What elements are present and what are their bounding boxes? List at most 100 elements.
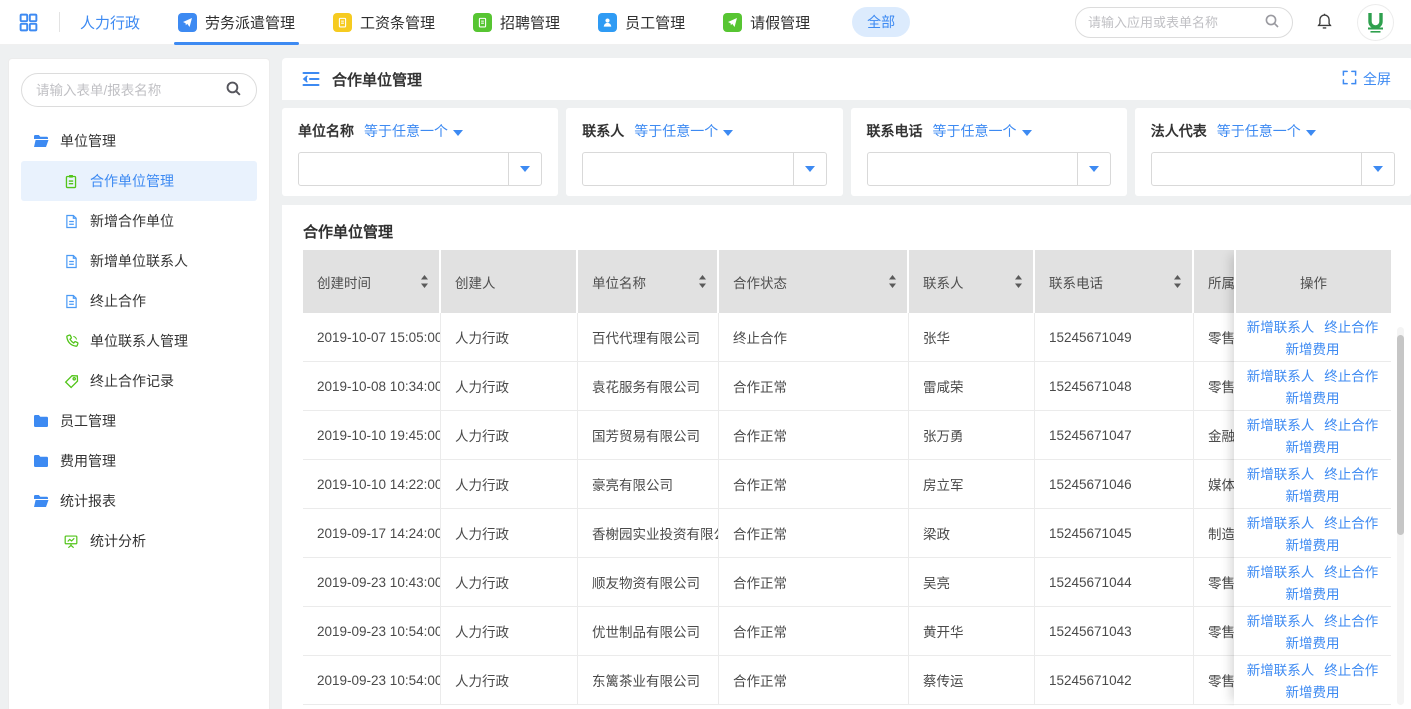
sidebar-item[interactable]: 统计报表 bbox=[21, 481, 257, 521]
clipboard-icon bbox=[63, 174, 79, 189]
table-header-cell[interactable]: 合作状态 bbox=[719, 250, 909, 313]
filter-operator-dropdown[interactable]: 等于任意一个 bbox=[364, 121, 463, 141]
caret-down-icon bbox=[793, 153, 826, 185]
table-cell-contact: 蔡传运 bbox=[909, 656, 1035, 704]
global-search-input[interactable] bbox=[1088, 15, 1264, 30]
row-action-link[interactable]: 新增联系人 bbox=[1247, 512, 1315, 532]
filter-label: 单位名称 bbox=[298, 121, 354, 141]
row-action-link[interactable]: 新增联系人 bbox=[1247, 610, 1315, 630]
table-header-cell[interactable]: 创建时间 bbox=[303, 250, 441, 313]
fullscreen-button[interactable]: 全屏 bbox=[1342, 69, 1391, 89]
row-action-link[interactable]: 新增费用 bbox=[1286, 583, 1340, 603]
global-search[interactable] bbox=[1075, 7, 1293, 38]
sort-icon[interactable] bbox=[414, 275, 429, 288]
filter-value-select[interactable] bbox=[1151, 152, 1395, 186]
row-action-link[interactable]: 终止合作 bbox=[1324, 512, 1378, 532]
table-header-cell[interactable]: 联系人 bbox=[909, 250, 1035, 313]
sidebar-item[interactable]: 新增单位联系人 bbox=[21, 241, 257, 281]
all-apps-pill[interactable]: 全部 bbox=[852, 7, 910, 37]
notifications-bell-icon[interactable] bbox=[1315, 12, 1334, 32]
sidebar-item[interactable]: 合作单位管理 bbox=[21, 161, 257, 201]
row-action-link[interactable]: 新增费用 bbox=[1286, 534, 1340, 554]
row-action-link[interactable]: 新增联系人 bbox=[1247, 365, 1315, 385]
row-action-link[interactable]: 新增联系人 bbox=[1247, 463, 1315, 483]
row-action-link[interactable]: 新增联系人 bbox=[1247, 414, 1315, 434]
filter-label: 法人代表 bbox=[1151, 121, 1207, 141]
filter-operator-dropdown[interactable]: 等于任意一个 bbox=[634, 121, 733, 141]
actions-line: 新增联系人终止合作 bbox=[1247, 316, 1379, 336]
row-action-link[interactable]: 新增费用 bbox=[1286, 632, 1340, 652]
table-cell-contact: 雷咸荣 bbox=[909, 362, 1035, 410]
sidebar-item[interactable]: 终止合作记录 bbox=[21, 361, 257, 401]
nav-tab-label: 劳务派遣管理 bbox=[205, 12, 295, 33]
sidebar-search[interactable] bbox=[21, 73, 257, 107]
sidebar-search-input[interactable] bbox=[36, 83, 225, 98]
nav-tab[interactable]: 工资条管理 bbox=[333, 0, 435, 45]
sidebar-item-label: 新增合作单位 bbox=[90, 211, 174, 231]
table-cell-contact: 张华 bbox=[909, 313, 1035, 361]
sidebar-item-label: 单位管理 bbox=[60, 131, 116, 151]
actions-line: 新增费用 bbox=[1286, 338, 1340, 358]
sidebar-item[interactable]: 终止合作 bbox=[21, 281, 257, 321]
filter-value-select[interactable] bbox=[582, 152, 826, 186]
column-label: 单位名称 bbox=[592, 272, 646, 292]
sidebar-item[interactable]: 员工管理 bbox=[21, 401, 257, 441]
sidebar-item[interactable]: 单位联系人管理 bbox=[21, 321, 257, 361]
row-action-link[interactable]: 新增费用 bbox=[1286, 387, 1340, 407]
doc-icon bbox=[63, 254, 79, 269]
filter-operator-label: 等于任意一个 bbox=[933, 121, 1017, 141]
nav-tab[interactable]: 招聘管理 bbox=[473, 0, 560, 45]
nav-tab[interactable]: 请假管理 bbox=[723, 0, 810, 45]
sidebar-item[interactable]: 单位管理 bbox=[21, 121, 257, 161]
row-action-link[interactable]: 终止合作 bbox=[1324, 316, 1378, 336]
scrollbar-thumb[interactable] bbox=[1397, 335, 1404, 535]
table-cell-phone: 15245671045 bbox=[1035, 509, 1194, 557]
nav-tab[interactable]: 劳务派遣管理 bbox=[178, 0, 295, 45]
nav-tab-label: 工资条管理 bbox=[360, 12, 435, 33]
collapse-sidebar-icon[interactable] bbox=[302, 71, 320, 87]
vertical-scrollbar bbox=[1397, 327, 1404, 705]
table-cell-status: 合作正常 bbox=[719, 656, 909, 704]
filter-value-select[interactable] bbox=[867, 152, 1111, 186]
search-icon bbox=[225, 80, 242, 100]
row-action-link[interactable]: 终止合作 bbox=[1324, 414, 1378, 434]
row-action-link[interactable]: 终止合作 bbox=[1324, 365, 1378, 385]
row-action-link[interactable]: 新增费用 bbox=[1286, 436, 1340, 456]
row-action-link[interactable]: 新增费用 bbox=[1286, 338, 1340, 358]
sidebar-item[interactable]: 统计分析 bbox=[21, 521, 257, 561]
row-action-link[interactable]: 新增联系人 bbox=[1247, 561, 1315, 581]
table-cell-contact: 房立军 bbox=[909, 460, 1035, 508]
actions-cell: 新增联系人终止合作新增费用 bbox=[1234, 607, 1391, 656]
row-action-link[interactable]: 新增联系人 bbox=[1247, 316, 1315, 336]
row-action-link[interactable]: 新增联系人 bbox=[1247, 659, 1315, 679]
filter-value bbox=[1152, 153, 1361, 185]
workspace-logo[interactable] bbox=[1358, 5, 1393, 40]
table-cell-created_at: 2019-09-23 10:43:00 bbox=[303, 558, 441, 606]
sidebar-item[interactable]: 新增合作单位 bbox=[21, 201, 257, 241]
sort-icon[interactable] bbox=[692, 275, 707, 288]
table-header-cell[interactable]: 联系电话 bbox=[1035, 250, 1194, 313]
row-action-link[interactable]: 终止合作 bbox=[1324, 610, 1378, 630]
caret-down-icon bbox=[1306, 123, 1316, 139]
row-action-link[interactable]: 终止合作 bbox=[1324, 659, 1378, 679]
table-cell-phone: 15245671042 bbox=[1035, 656, 1194, 704]
filter-operator-dropdown[interactable]: 等于任意一个 bbox=[933, 121, 1032, 141]
sort-icon[interactable] bbox=[1008, 275, 1023, 288]
table-cell-created_at: 2019-10-10 14:22:00 bbox=[303, 460, 441, 508]
row-action-link[interactable]: 终止合作 bbox=[1324, 463, 1378, 483]
row-action-link[interactable]: 新增费用 bbox=[1286, 485, 1340, 505]
doc-icon bbox=[63, 294, 79, 309]
sidebar-item[interactable]: 费用管理 bbox=[21, 441, 257, 481]
table-cell-status: 合作正常 bbox=[719, 411, 909, 459]
row-action-link[interactable]: 终止合作 bbox=[1324, 561, 1378, 581]
filter-operator-dropdown[interactable]: 等于任意一个 bbox=[1217, 121, 1316, 141]
table-cell-creator: 人力行政 bbox=[441, 558, 578, 606]
filter-value-select[interactable] bbox=[298, 152, 542, 186]
table-header-cell[interactable]: 单位名称 bbox=[578, 250, 719, 313]
sort-icon[interactable] bbox=[882, 275, 897, 288]
row-action-link[interactable]: 新增费用 bbox=[1286, 681, 1340, 701]
apps-grid-icon[interactable] bbox=[18, 12, 39, 33]
nav-tab[interactable]: 员工管理 bbox=[598, 0, 685, 45]
sort-icon[interactable] bbox=[1167, 275, 1182, 288]
nav-tab[interactable]: 人力行政 bbox=[80, 0, 140, 45]
